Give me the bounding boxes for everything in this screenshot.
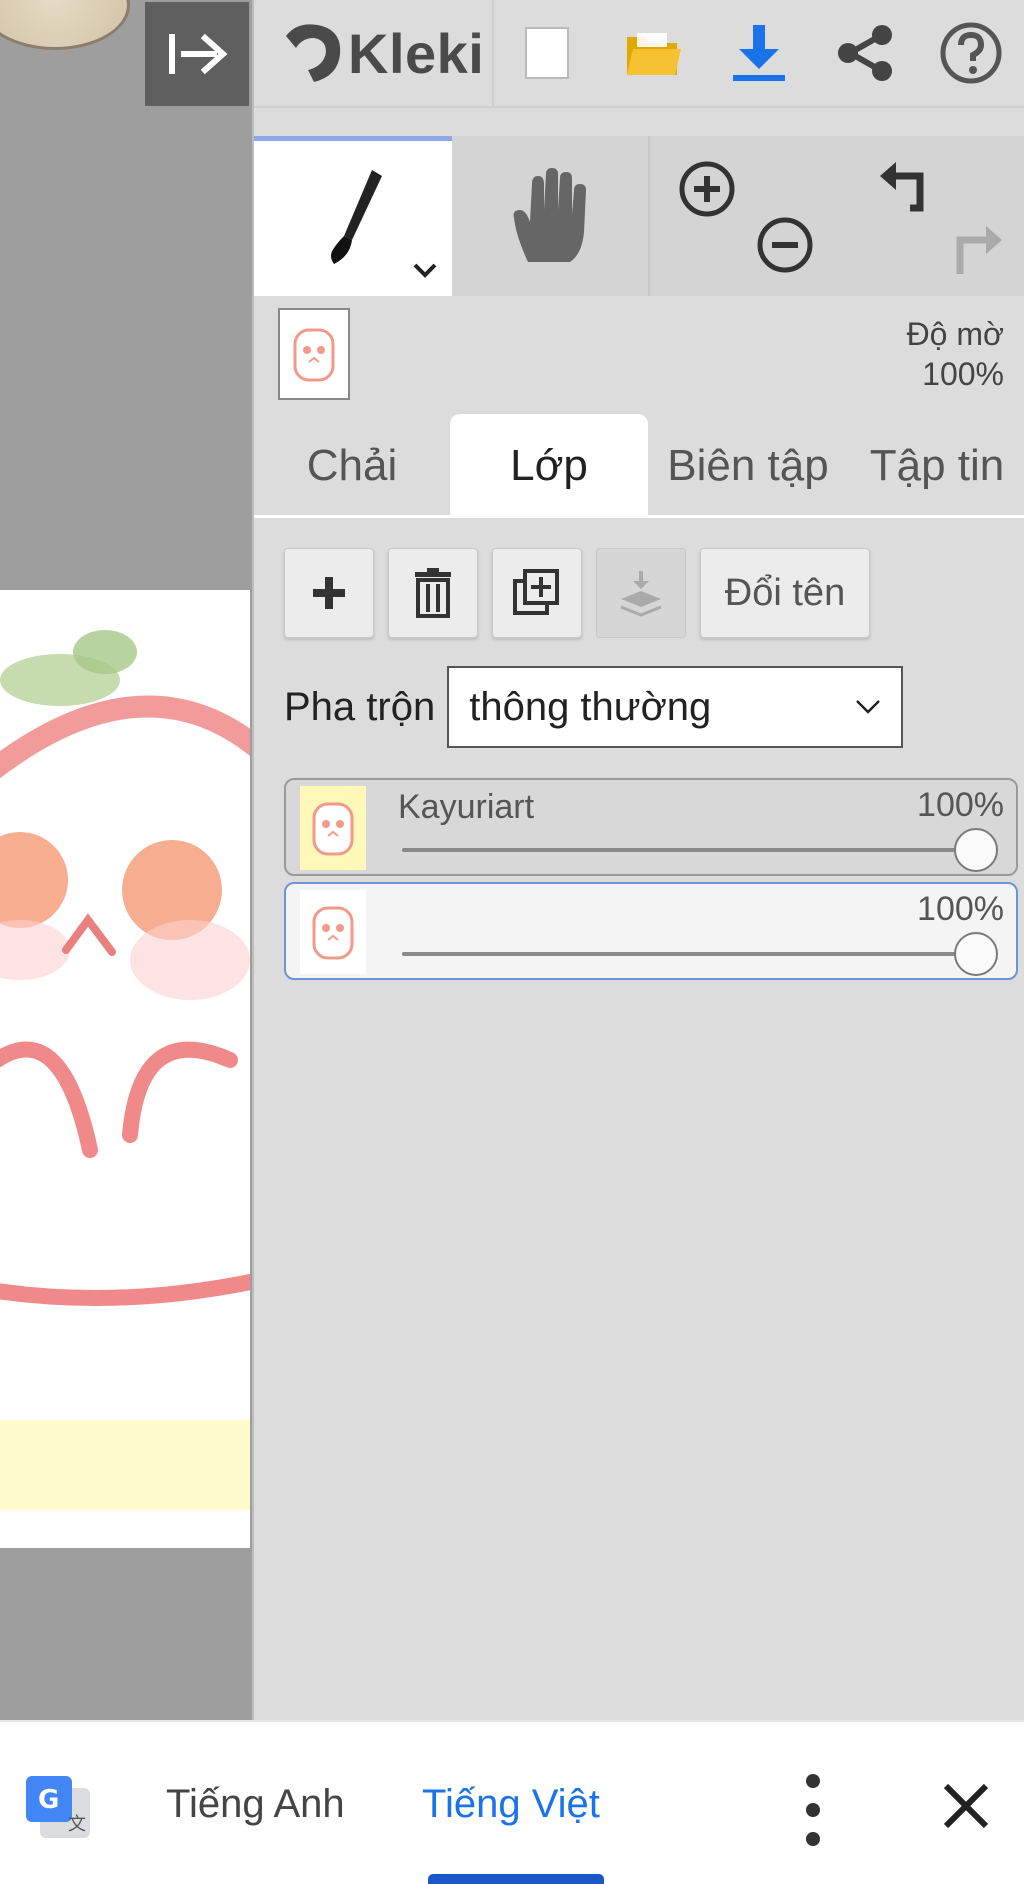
layer-name[interactable]: Kayuriart (398, 788, 534, 827)
open-folder-icon (626, 33, 681, 75)
tab-file[interactable]: Tập tin (848, 414, 1024, 518)
top-toolbar: Kleki (254, 0, 1024, 108)
hand-tool-button[interactable] (452, 136, 650, 296)
close-icon[interactable] (940, 1780, 992, 1832)
blend-mode-value: thông thường (469, 684, 712, 729)
translate-bar: G 文 Tiếng Anh Tiếng Việt (0, 1720, 1024, 1884)
layer-thumbnail (300, 890, 366, 974)
kleki-logo-icon (286, 24, 341, 82)
help-icon (940, 22, 1002, 84)
panel-tabs: Chải Lớp Biên tập Tập tin (254, 414, 1024, 518)
trash-icon (415, 568, 451, 618)
app-name: Kleki (348, 21, 485, 85)
target-language-tab[interactable]: Tiếng Việt (422, 1782, 600, 1827)
add-layer-button[interactable] (284, 548, 374, 638)
rename-layer-button[interactable]: Đổi tên (700, 548, 870, 638)
drawing-canvas-area[interactable] (0, 0, 252, 1720)
layer-thumbnail (300, 786, 366, 870)
blend-mode-label: Pha trộn (284, 684, 436, 729)
new-file-button[interactable] (494, 0, 600, 107)
layer-item-selected[interactable]: 100% (284, 882, 1018, 980)
brush-tool-button[interactable] (254, 136, 452, 296)
download-button[interactable] (706, 0, 812, 107)
blend-mode-select[interactable]: thông thường (447, 666, 904, 748)
tab-edit[interactable]: Biên tập (648, 414, 848, 518)
tool-row (254, 136, 1024, 296)
opacity-value: 100% (922, 356, 1004, 392)
chevron-down-icon (856, 700, 881, 714)
duplicate-icon (513, 569, 559, 615)
artwork (0, 630, 250, 1510)
zoom-out-icon[interactable] (756, 216, 814, 274)
drawing-canvas[interactable] (0, 590, 250, 1548)
open-file-button[interactable] (600, 0, 706, 107)
opacity-label: Độ mờ (906, 316, 1004, 352)
tab-brush[interactable]: Chải (254, 414, 450, 518)
more-options-icon[interactable] (798, 1774, 828, 1846)
active-language-indicator (428, 1874, 604, 1884)
help-button[interactable] (918, 0, 1024, 107)
zoom-controls (650, 136, 850, 296)
svg-text:文: 文 (68, 1814, 86, 1835)
layer-actions: Đổi tên (284, 548, 870, 638)
zoom-in-icon[interactable] (678, 160, 736, 218)
tab-layers[interactable]: Lớp (450, 414, 648, 518)
layer-opacity-slider-handle[interactable] (954, 828, 998, 872)
current-layer-thumbnail (278, 308, 350, 400)
add-layer-icon (313, 577, 345, 609)
duplicate-layer-button[interactable] (492, 548, 582, 638)
opacity-readout: Độ mờ 100% (907, 314, 1004, 394)
collapse-panel-button[interactable] (145, 2, 249, 106)
source-language-tab[interactable]: Tiếng Anh (166, 1782, 345, 1827)
status-row: Độ mờ 100% (254, 300, 1024, 410)
delete-layer-button[interactable] (388, 548, 478, 638)
layer-opacity-slider-handle[interactable] (954, 932, 998, 976)
merge-down-icon (620, 571, 662, 617)
undo-icon[interactable] (876, 158, 936, 214)
side-panel: Kleki Độ mờ 100% Chải Lớp Biên tập Tập t… (252, 0, 1024, 1720)
layer-opacity-slider[interactable] (402, 848, 976, 852)
kleki-logo[interactable]: Kleki (254, 0, 494, 106)
svg-text:G: G (38, 1785, 59, 1815)
download-icon (732, 25, 785, 81)
google-translate-icon[interactable]: G 文 (24, 1774, 92, 1842)
redo-icon[interactable] (946, 222, 1006, 278)
layer-opacity-value: 100% (917, 890, 1004, 928)
share-icon (837, 25, 892, 81)
share-button[interactable] (812, 0, 918, 107)
brush-icon (331, 169, 382, 264)
layer-opacity-slider[interactable] (402, 952, 976, 956)
collapse-icon (169, 33, 228, 75)
merge-down-button[interactable] (596, 548, 686, 638)
new-file-icon (524, 27, 569, 79)
avatar (0, 0, 130, 50)
chevron-down-icon[interactable] (412, 262, 438, 278)
history-controls (850, 136, 1024, 296)
blend-mode-row: Pha trộn thông thường (284, 666, 904, 748)
hand-icon (513, 168, 586, 262)
layer-item[interactable]: Kayuriart 100% (284, 778, 1018, 876)
layer-opacity-value: 100% (917, 786, 1004, 824)
